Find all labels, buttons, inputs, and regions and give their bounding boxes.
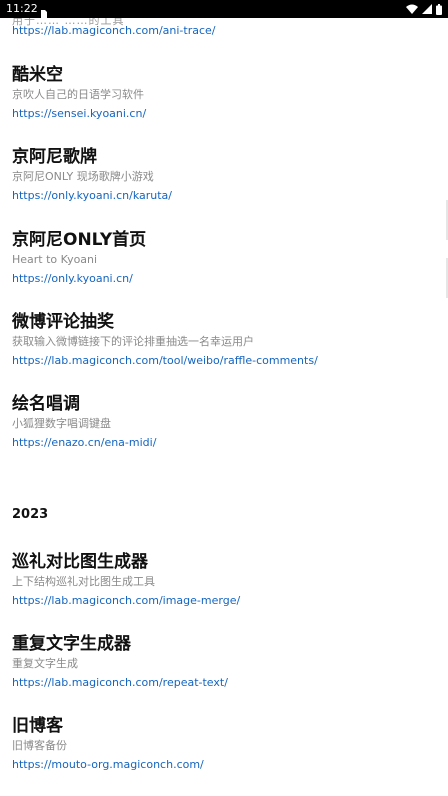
entry-description: 小狐狸数字唱调键盘 (12, 417, 111, 430)
list-item: 酷米空 京吹人自己的日语学习软件 https://sensei.kyoani.c… (12, 64, 432, 121)
entry-description: 旧博客备份 (12, 739, 67, 752)
status-bar: 11:22 (0, 0, 448, 18)
entry-description: 获取输入微博链接下的评论排重抽选一名幸运用户 (12, 335, 254, 348)
notification-icon (40, 4, 48, 18)
entry-title: 京阿尼歌牌 (12, 147, 97, 167)
entry-description: 上下结构巡礼对比图生成工具 (12, 575, 155, 588)
entry-description: 重复文字生成 (12, 657, 78, 670)
entry-link[interactable]: https://lab.magiconch.com/repeat-text/ (12, 676, 228, 690)
entry-title: 巡礼对比图生成器 (12, 552, 148, 572)
entry-description: 京吹人自己的日语学习软件 (12, 88, 144, 101)
entry-description: 京阿尼ONLY 现场歌牌小游戏 (12, 170, 154, 183)
list-item: 旧博客 旧博客备份 https://mouto-org.magiconch.co… (12, 715, 432, 772)
wifi-icon (406, 4, 418, 14)
entry-title: 重复文字生成器 (12, 634, 131, 654)
ani-trace-link[interactable]: https://lab.magiconch.com/ani-trace/ (12, 24, 216, 38)
entry-link[interactable]: https://sensei.kyoani.cn/ (12, 107, 146, 121)
list-item: 微博评论抽奖 获取输入微博链接下的评论排重抽选一名幸运用户 https://la… (12, 311, 432, 368)
entry-description: Heart to Kyoani (12, 253, 98, 266)
entry-link[interactable]: https://only.kyoani.cn/karuta/ (12, 189, 172, 203)
entry-title: 京阿尼ONLY首页 (12, 230, 147, 250)
list-item: 京阿尼歌牌 京阿尼ONLY 现场歌牌小游戏 https://only.kyoan… (12, 146, 432, 203)
entry-link[interactable]: https://enazo.cn/ena-midi/ (12, 436, 156, 450)
list-item: 京阿尼ONLY首页 Heart to Kyoani https://only.k… (12, 229, 432, 286)
year-heading: 2023 (12, 507, 49, 522)
entry-title: 微博评论抽奖 (12, 312, 114, 332)
status-time: 11:22 (6, 2, 38, 15)
signal-icon (422, 4, 432, 14)
status-icons (406, 3, 442, 15)
list-item: 重复文字生成器 重复文字生成 https://lab.magiconch.com… (12, 633, 432, 690)
list-item: 巡礼对比图生成器 上下结构巡礼对比图生成工具 https://lab.magic… (12, 551, 432, 608)
entry-link[interactable]: https://only.kyoani.cn/ (12, 272, 133, 286)
entry-link[interactable]: https://lab.magiconch.com/tool/weibo/raf… (12, 354, 318, 368)
list-item: 绘名唱调 小狐狸数字唱调键盘 https://enazo.cn/ena-midi… (12, 393, 432, 450)
entry-link[interactable]: https://mouto-org.magiconch.com/ (12, 758, 204, 772)
entry-title: 酷米空 (12, 65, 63, 85)
battery-icon (436, 3, 442, 15)
entry-title: 绘名唱调 (12, 394, 80, 414)
entry-link[interactable]: https://lab.magiconch.com/image-merge/ (12, 594, 240, 608)
entry-title: 旧博客 (12, 716, 63, 736)
